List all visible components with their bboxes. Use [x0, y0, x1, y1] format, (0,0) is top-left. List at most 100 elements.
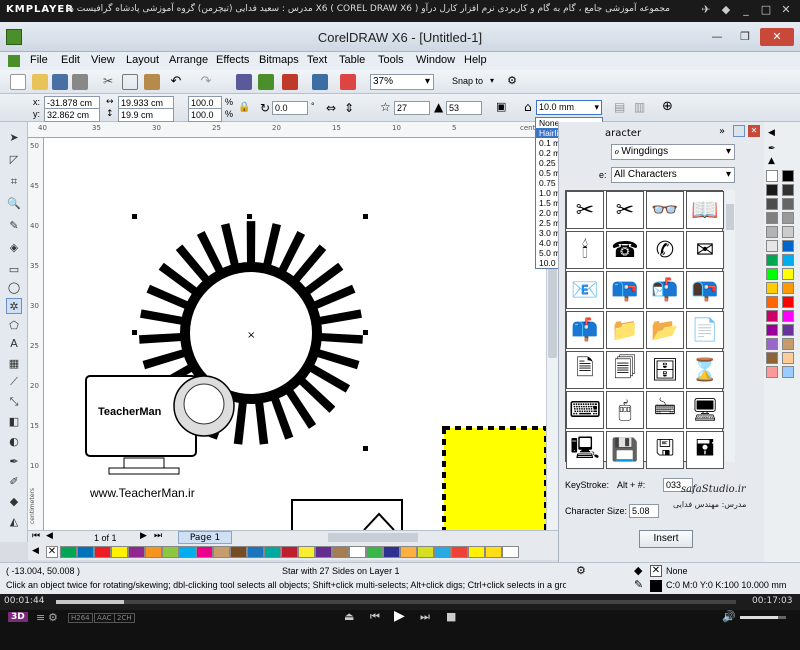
color-swatch[interactable] — [766, 170, 778, 182]
doc-color-swatch[interactable] — [434, 546, 451, 558]
font-select[interactable]: ℴ Wingdings ▾ — [611, 144, 735, 160]
glyph-cell[interactable]: 🖮 — [646, 391, 684, 429]
drawing-canvas[interactable]: × TeacherMan www.TeacherMan.ir — [44, 138, 546, 530]
eyedropper-tool-icon[interactable]: ✒ — [6, 454, 22, 470]
doc-color-swatch[interactable] — [230, 546, 247, 558]
doc-color-swatch[interactable] — [264, 546, 281, 558]
color-swatch[interactable] — [766, 324, 778, 336]
glyph-cell[interactable]: 📭 — [686, 271, 724, 309]
color-swatch[interactable] — [782, 240, 794, 252]
player-settings-icon[interactable]: ◆ — [718, 2, 734, 18]
outline-swatch[interactable] — [650, 580, 662, 592]
polygon-tool-icon[interactable]: ✲ — [6, 298, 22, 314]
menu-bitmaps[interactable]: Bitmaps — [259, 54, 299, 66]
color-swatch[interactable] — [782, 198, 794, 210]
glyph-cell[interactable]: ⌛ — [686, 351, 724, 389]
star-points-field[interactable]: 27 — [394, 101, 430, 115]
page-tab[interactable]: Page 1 — [178, 531, 232, 544]
color-swatch[interactable] — [782, 254, 794, 266]
outline-tool-icon[interactable]: ✐ — [6, 474, 22, 490]
color-swatch[interactable] — [782, 170, 794, 182]
color-swatch[interactable] — [766, 296, 778, 308]
doc-color-swatch[interactable] — [111, 546, 128, 558]
connector-tool-icon[interactable]: ⤡ — [6, 394, 22, 410]
color-swatch[interactable] — [782, 184, 794, 196]
color-swatch[interactable] — [766, 366, 778, 378]
glyph-cell[interactable]: ✂ — [566, 191, 604, 229]
glyph-cell[interactable]: ✆ — [646, 231, 684, 269]
glyph-cell[interactable]: 📁 — [606, 311, 644, 349]
doc-palette-icon[interactable]: ◀ — [32, 546, 39, 556]
color-swatch[interactable] — [782, 366, 794, 378]
copy-icon[interactable] — [122, 74, 138, 90]
transparency-tool-icon[interactable]: ◐ — [6, 434, 22, 450]
pin-icon[interactable]: ✈ — [698, 2, 714, 18]
scale-y-field[interactable]: 100.0 — [188, 108, 222, 122]
glyph-cell[interactable]: 📄 — [686, 311, 724, 349]
color-proof-icon[interactable]: ⚙ — [576, 564, 586, 577]
player-minimize-icon[interactable]: _ — [738, 2, 754, 18]
menu-effects[interactable]: Effects — [216, 54, 249, 66]
character-filter-select[interactable]: All Characters ▾ — [611, 167, 735, 183]
convert-to-curves-icon[interactable]: ⊕ — [662, 99, 673, 114]
freehand-tool-icon[interactable]: ✎ — [6, 218, 22, 234]
color-swatch[interactable] — [782, 282, 794, 294]
eject-icon[interactable]: ⏏ — [344, 610, 354, 623]
glyph-scrollbar[interactable] — [725, 190, 735, 462]
to-front-icon[interactable]: ▤ — [614, 100, 625, 114]
prev-page-icon[interactable]: ◀ — [46, 531, 53, 541]
menu-layout[interactable]: Layout — [126, 54, 159, 66]
dimension-tool-icon[interactable]: ⟋ — [6, 374, 22, 390]
doc-color-swatch[interactable] — [383, 546, 400, 558]
glyph-cell[interactable]: 🗐 — [606, 351, 644, 389]
height-field[interactable]: 19.9 cm — [118, 108, 174, 122]
ellipse-tool-icon[interactable]: ◯ — [6, 280, 22, 296]
color-swatch[interactable] — [782, 352, 794, 364]
menu-table[interactable]: Table — [339, 54, 365, 66]
insert-button[interactable]: Insert — [639, 530, 693, 548]
play-icon[interactable]: ▶ — [394, 608, 405, 624]
no-color-swatch[interactable]: ✕ — [46, 546, 58, 558]
shape-tool-icon[interactable]: ◸ — [6, 152, 22, 168]
glyph-grid[interactable]: ✂ ✂ 👓 📖 🕯 ☎ ✆ ✉ 📧 📪 📬 📭 📫 📁 📂 📄 🗎 🗐 🗄 ⌛ ⌨ 🖱 🖮 🖥 🖳 💾 🖫 🖬 — [565, 190, 724, 469]
doc-color-swatch[interactable] — [162, 546, 179, 558]
doc-color-swatch[interactable] — [451, 546, 468, 558]
basic-shapes-icon[interactable]: ⬠ — [6, 318, 22, 334]
color-swatch[interactable] — [766, 352, 778, 364]
redo-icon[interactable]: ↷ — [198, 74, 214, 90]
menu-edit[interactable]: Edit — [61, 54, 80, 66]
glyph-cell[interactable]: ⌨ — [566, 391, 604, 429]
snap-to-dropdown[interactable]: Snap to — [452, 76, 483, 86]
glyph-cell[interactable]: 🗄 — [646, 351, 684, 389]
mirror-horizontal-icon[interactable]: ⇔ — [326, 101, 336, 115]
doc-color-swatch[interactable] — [315, 546, 332, 558]
doc-color-swatch[interactable] — [196, 546, 213, 558]
menu-window[interactable]: Window — [416, 54, 455, 66]
doc-color-swatch[interactable] — [281, 546, 298, 558]
glyph-cell[interactable]: 🖱 — [606, 391, 644, 429]
doc-color-swatch[interactable] — [77, 546, 94, 558]
menu-view[interactable]: View — [91, 54, 115, 66]
print-icon[interactable] — [72, 74, 88, 90]
doc-color-swatch[interactable] — [128, 546, 145, 558]
color-swatch[interactable] — [782, 324, 794, 336]
first-page-icon[interactable]: ⏮ — [32, 531, 40, 541]
color-swatch[interactable] — [766, 254, 778, 266]
horizontal-ruler[interactable]: 40 35 30 25 20 15 10 5 center — [28, 122, 558, 138]
next-icon[interactable]: ⏭ — [420, 610, 430, 624]
zoom-tool-icon[interactable]: 🔍 — [6, 196, 22, 212]
doc-color-swatch[interactable] — [94, 546, 111, 558]
options-icon[interactable]: ⚙ — [504, 74, 520, 90]
glyph-cell[interactable]: 📂 — [646, 311, 684, 349]
table-tool-icon[interactable]: ▦ — [6, 356, 22, 372]
smart-fill-icon[interactable]: ◈ — [6, 240, 22, 256]
menu-tools[interactable]: Tools — [378, 54, 404, 66]
outline-width-select[interactable]: 10.0 mm ▾ — [536, 100, 602, 115]
color-swatch[interactable] — [782, 212, 794, 224]
seek-track[interactable] — [56, 600, 736, 604]
last-page-icon[interactable]: ⏭ — [154, 531, 162, 541]
glyph-cell[interactable]: ✉ — [686, 231, 724, 269]
player-maximize-icon[interactable]: □ — [758, 2, 774, 18]
mirror-vertical-icon[interactable]: ⇕ — [344, 101, 354, 115]
glyph-cell[interactable]: 🖫 — [646, 431, 684, 469]
